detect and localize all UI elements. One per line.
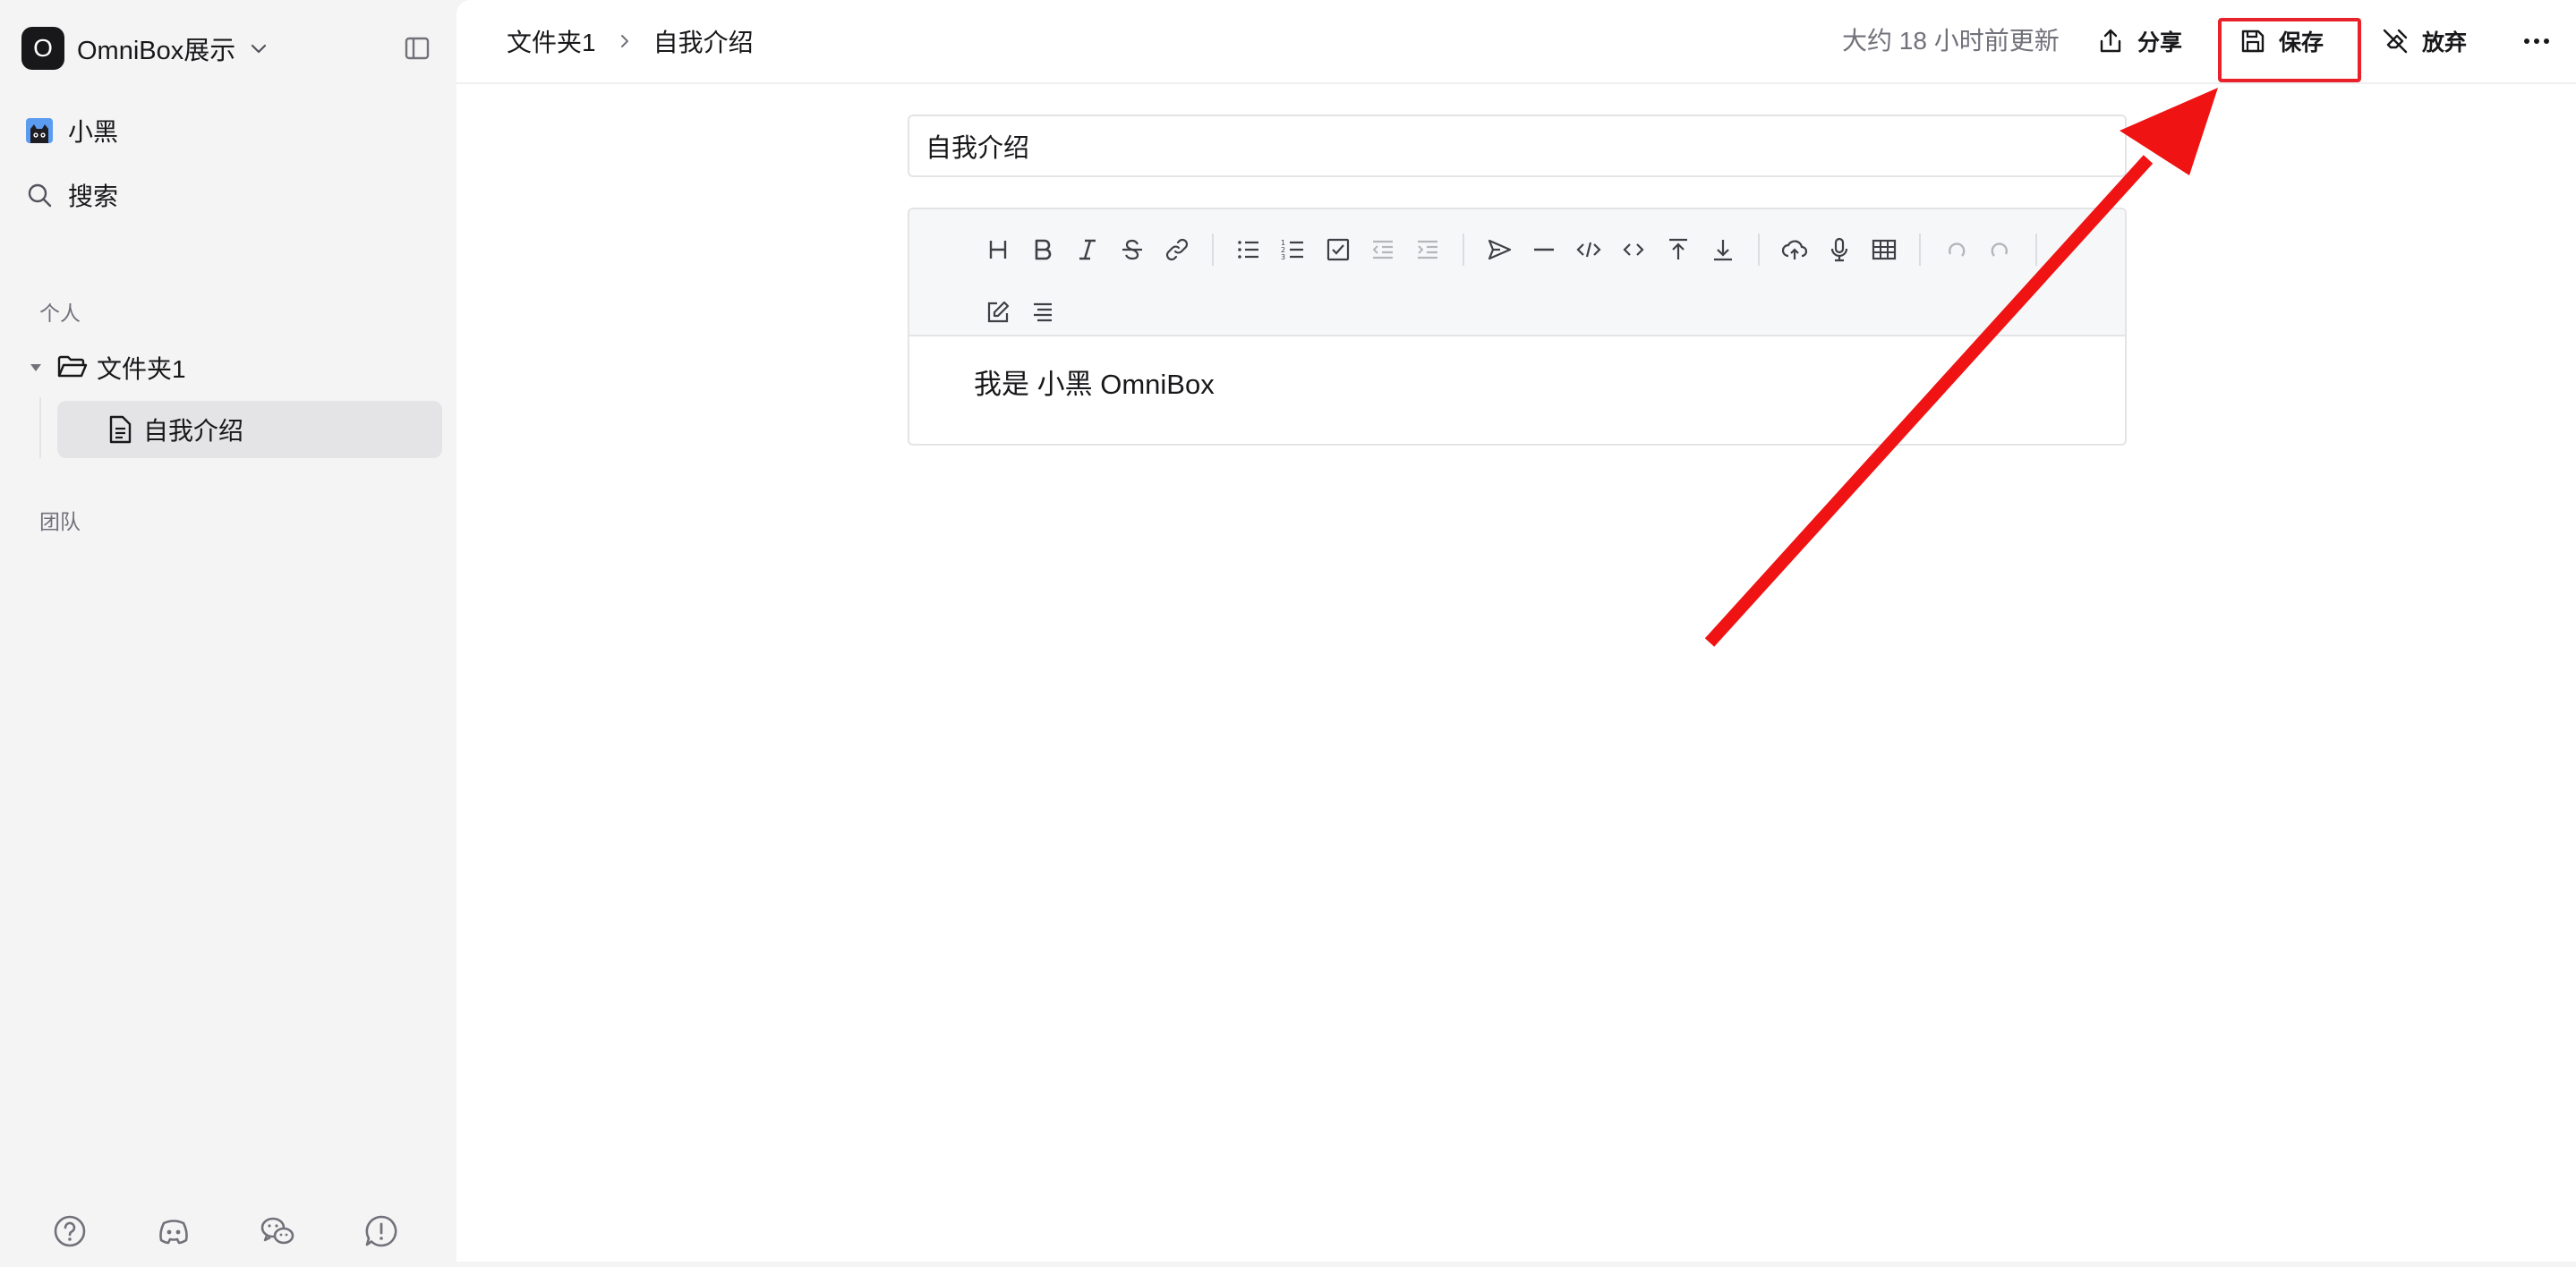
doc-title-input[interactable] (908, 115, 2127, 177)
editor-toolbar: 123 (909, 209, 2125, 336)
table-icon[interactable] (1862, 227, 1906, 272)
toolbar-divider (1463, 234, 1464, 266)
checklist-icon[interactable] (1316, 227, 1361, 272)
share-label: 分享 (2137, 30, 2183, 55)
search-item[interactable]: 搜索 (25, 174, 118, 217)
inline-code-icon[interactable] (1611, 227, 1656, 272)
folder-label: 文件夹1 (97, 355, 186, 383)
feedback-icon[interactable] (363, 1213, 399, 1249)
updated-status: 大约 18 小时前更新 (1842, 27, 2060, 55)
folder-open-icon (57, 354, 88, 381)
sidebar: O OmniBox展示 小黑 搜索 个人 文件夹1 自我介绍 团队 (0, 0, 456, 1267)
toolbar-row (976, 290, 1065, 335)
ordered-list-icon[interactable]: 123 (1271, 227, 1316, 272)
main-panel: 文件夹1 自我介绍 大约 18 小时前更新 分享 保存 放弃 自我介绍 1 2 … (456, 0, 2576, 1262)
search-label: 搜索 (68, 183, 119, 210)
discord-icon[interactable] (156, 1213, 192, 1249)
svg-text:3: 3 (1281, 253, 1285, 261)
user-item[interactable]: 小黑 (25, 109, 118, 152)
bullet-list-icon[interactable] (1226, 227, 1271, 272)
horizontal-rule-icon[interactable] (1522, 227, 1566, 272)
upload-icon[interactable] (1772, 227, 1817, 272)
outdent-icon[interactable] (1361, 227, 1405, 272)
outline-icon[interactable] (1020, 290, 1065, 335)
breadcrumb: 文件夹1 自我介绍 (507, 21, 754, 61)
chevron-right-icon (616, 32, 634, 50)
user-name: 小黑 (68, 118, 119, 146)
workspace-switcher[interactable]: O OmniBox展示 (21, 25, 269, 72)
help-icon[interactable] (52, 1213, 88, 1249)
save-highlight-annotation (2218, 18, 2361, 82)
more-menu-button[interactable] (2519, 20, 2555, 63)
insert-after-icon[interactable] (1701, 227, 1745, 272)
folder-item[interactable]: 文件夹1 (27, 349, 186, 387)
code-block-icon[interactable] (1566, 227, 1611, 272)
share-button[interactable]: 分享 (2096, 20, 2182, 63)
workspace-name: OmniBox展示 (77, 37, 236, 65)
section-team: 团队 (39, 510, 81, 533)
doc-item-selected[interactable]: 自我介绍 (57, 401, 442, 458)
undo-icon[interactable] (1933, 227, 1978, 272)
heading-icon[interactable] (976, 227, 1020, 272)
insert-before-icon[interactable] (1656, 227, 1701, 272)
doc-label: 自我介绍 (143, 417, 244, 445)
workspace-avatar: O (21, 27, 64, 70)
toolbar-row: 123 (976, 227, 2050, 272)
toolbar-divider (2035, 234, 2037, 266)
cat-avatar-icon (25, 116, 54, 145)
indent-icon[interactable] (1405, 227, 1450, 272)
breadcrumb-folder[interactable]: 文件夹1 (507, 23, 596, 59)
edit-mode-icon[interactable] (976, 290, 1020, 335)
more-horizontal-icon (2523, 37, 2550, 46)
markdown-editor: 123 我是 小黑 OmniBox (908, 208, 2127, 446)
strikethrough-icon[interactable] (1110, 227, 1155, 272)
share-icon (2096, 27, 2125, 55)
link-icon[interactable] (1155, 227, 1199, 272)
send-icon[interactable] (1477, 227, 1522, 272)
italic-icon[interactable] (1065, 227, 1110, 272)
editor-content[interactable]: 我是 小黑 OmniBox (974, 361, 1215, 402)
breadcrumb-doc[interactable]: 自我介绍 (653, 23, 754, 59)
chevron-down-icon (248, 38, 269, 59)
search-icon (25, 181, 54, 209)
discard-label: 放弃 (2422, 30, 2468, 55)
microphone-icon[interactable] (1817, 227, 1862, 272)
toolbar-divider (1758, 234, 1760, 266)
discard-button[interactable]: 放弃 (2381, 20, 2467, 63)
sidebar-footer (52, 1213, 399, 1249)
eraser-off-icon (2381, 27, 2410, 55)
bold-icon[interactable] (1020, 227, 1065, 272)
caret-down-icon (27, 359, 45, 377)
document-icon (107, 415, 132, 444)
tree-guide-line (39, 397, 41, 458)
toolbar-divider (1212, 234, 1214, 266)
toolbar-divider (1919, 234, 1921, 266)
redo-icon[interactable] (1978, 227, 2023, 272)
wechat-icon[interactable] (260, 1213, 295, 1249)
section-personal: 个人 (39, 302, 81, 325)
sidebar-toggle-icon[interactable] (401, 32, 433, 64)
